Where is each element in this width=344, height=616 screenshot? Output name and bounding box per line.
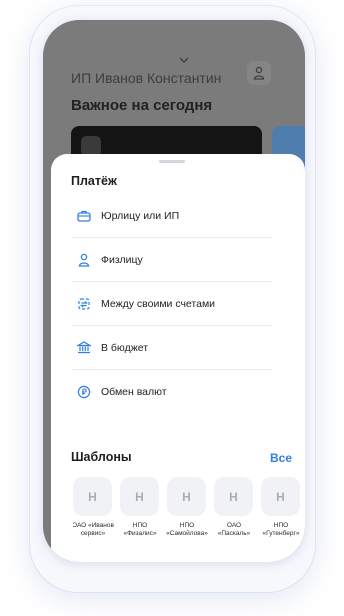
- person-icon: [253, 66, 265, 80]
- template-avatar: Н: [261, 477, 300, 516]
- menu-item-individual[interactable]: Физлицу: [71, 238, 273, 282]
- template-item[interactable]: Н ОАО «Паскаль»: [214, 477, 254, 538]
- menu-item-label: Юрлицу или ИП: [101, 209, 180, 222]
- chevron-down-icon: [179, 56, 189, 67]
- sheet-grabber[interactable]: [159, 160, 185, 163]
- profile-button[interactable]: [247, 61, 271, 85]
- section-title: Важное на сегодня: [71, 97, 213, 114]
- sheet-title: Платёж: [71, 174, 117, 188]
- menu-item-label: Физлицу: [101, 253, 143, 266]
- menu-item-budget[interactable]: В бюджет: [71, 326, 273, 370]
- menu-item-own-accounts[interactable]: Между своими счетами: [71, 282, 273, 326]
- template-name: ОАО «Паскаль»: [217, 522, 251, 537]
- payment-bottom-sheet: Платёж Юрлицу или ИП Физлицу Между своим…: [51, 154, 305, 562]
- template-name: НПО «Самойлова»: [166, 522, 208, 537]
- template-item[interactable]: Н НПО «Самойлова»: [166, 477, 208, 538]
- template-item[interactable]: Н НПО «Физалис»: [120, 477, 160, 538]
- menu-item-currency-exchange[interactable]: Обмен валют: [71, 370, 273, 414]
- template-item[interactable]: Н ОАО «Иванов сервис»: [73, 477, 114, 538]
- templates-carousel[interactable]: Н ОАО «Иванов сервис» Н НПО «Физалис» Н …: [73, 477, 305, 557]
- menu-item-label: Обмен валют: [101, 386, 167, 398]
- person-icon: [75, 251, 93, 269]
- template-name: НПО «Физалис»: [123, 522, 157, 537]
- template-avatar: Н: [120, 477, 159, 516]
- briefcase-icon: [75, 207, 93, 225]
- card-icon: [81, 136, 101, 156]
- menu-item-label: В бюджет: [101, 341, 149, 354]
- company-name: ИП Иванов Константин: [71, 70, 222, 86]
- menu-item-legal-entity[interactable]: Юрлицу или ИП: [71, 194, 273, 238]
- template-item[interactable]: Н НПО «Гутенберг»: [261, 477, 301, 538]
- menu-item-label: Между своими счетами: [101, 297, 216, 310]
- payment-menu: Юрлицу или ИП Физлицу Между своими счета…: [71, 194, 273, 414]
- phone-frame: ИП Иванов Константин Важное на сегодня П…: [43, 20, 305, 562]
- templates-all-link[interactable]: Все: [270, 451, 292, 465]
- template-avatar: Н: [214, 477, 253, 516]
- template-avatar: Н: [167, 477, 206, 516]
- template-name: ОАО «Иванов сервис»: [73, 522, 114, 537]
- templates-title: Шаблоны: [71, 450, 132, 464]
- bank-icon: [75, 339, 93, 357]
- template-avatar: Н: [73, 477, 112, 516]
- transfer-icon: [75, 295, 93, 313]
- template-name: НПО «Гутенберг»: [262, 522, 300, 537]
- currency-exchange-icon: [75, 383, 93, 401]
